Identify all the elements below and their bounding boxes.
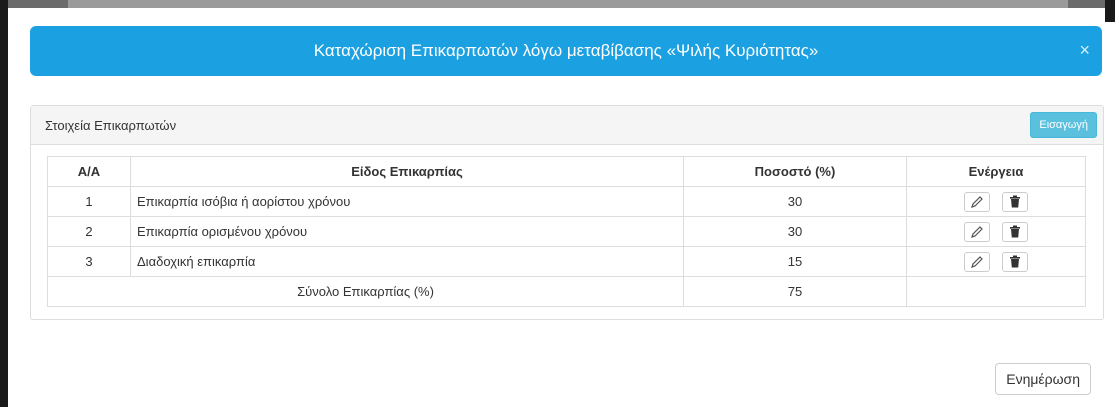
trash-icon[interactable] xyxy=(1002,251,1028,272)
table-header-row: Α/Α Είδος Επικαρπίας Ποσοστό (%) Ενέργει… xyxy=(47,156,1086,187)
update-button[interactable]: Ενημέρωση xyxy=(995,363,1091,395)
row-actions xyxy=(906,186,1086,217)
beneficiaries-panel: Στοιχεία Επικαρπωτών Εισαγωγή Α/Α Είδος … xyxy=(30,105,1104,320)
col-header-type: Είδος Επικαρπίας xyxy=(130,156,684,187)
panel-heading: Στοιχεία Επικαρπωτών Εισαγωγή xyxy=(31,106,1103,145)
insert-button[interactable]: Εισαγωγή xyxy=(1030,112,1097,138)
trash-icon[interactable] xyxy=(1002,221,1028,242)
modal-header: Καταχώριση Επικαρπωτών λόγω μεταβίβασης … xyxy=(30,26,1102,76)
row-actions xyxy=(906,246,1086,277)
backdrop-right xyxy=(1105,0,1115,22)
table-row: 3 Διαδοχική επικαρπία 15 xyxy=(47,246,1086,277)
row-percent: 30 xyxy=(683,216,907,247)
row-type: Επικαρπία ορισμένου χρόνου xyxy=(130,216,684,247)
total-label: Σύνολο Επικαρπίας (%) xyxy=(47,276,684,307)
modal-dialog: Καταχώριση Επικαρπωτών λόγω μεταβίβασης … xyxy=(8,8,1105,407)
row-number: 2 xyxy=(47,216,131,247)
backdrop-left xyxy=(0,0,8,407)
pencil-icon[interactable] xyxy=(964,251,990,272)
row-type: Επικαρπία ισόβια ή αορίστου χρόνου xyxy=(130,186,684,217)
trash-icon[interactable] xyxy=(1002,191,1028,212)
beneficiaries-table: Α/Α Είδος Επικαρπίας Ποσοστό (%) Ενέργει… xyxy=(47,156,1086,307)
total-actions-empty xyxy=(906,276,1086,307)
pencil-icon[interactable] xyxy=(964,221,990,242)
panel-title: Στοιχεία Επικαρπωτών xyxy=(45,117,177,133)
row-number: 1 xyxy=(47,186,131,217)
row-number: 3 xyxy=(47,246,131,277)
col-header-actions: Ενέργεια xyxy=(906,156,1086,187)
modal-title: Καταχώριση Επικαρπωτών λόγω μεταβίβασης … xyxy=(313,41,819,60)
col-header-percent: Ποσοστό (%) xyxy=(683,156,907,187)
table-row: 1 Επικαρπία ισόβια ή αορίστου χρόνου 30 xyxy=(47,186,1086,217)
pencil-icon[interactable] xyxy=(964,191,990,212)
table-row: 2 Επικαρπία ορισμένου χρόνου 30 xyxy=(47,216,1086,247)
col-header-num: Α/Α xyxy=(47,156,131,187)
total-row: Σύνολο Επικαρπίας (%) 75 xyxy=(47,276,1086,307)
total-value: 75 xyxy=(683,276,907,307)
row-percent: 30 xyxy=(683,186,907,217)
row-actions xyxy=(906,216,1086,247)
row-type: Διαδοχική επικαρπία xyxy=(130,246,684,277)
close-icon[interactable]: × xyxy=(1079,40,1090,61)
row-percent: 15 xyxy=(683,246,907,277)
